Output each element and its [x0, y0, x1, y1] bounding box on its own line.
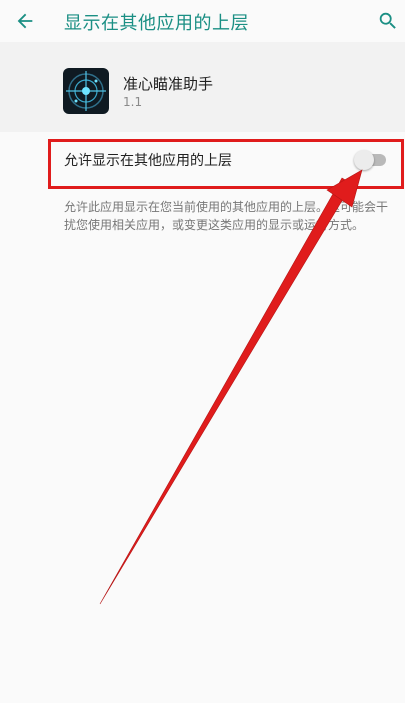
crosshair-icon: [63, 68, 109, 114]
annotation-highlight-box: [48, 139, 404, 189]
search-button[interactable]: [374, 7, 402, 35]
app-icon: [63, 68, 109, 114]
app-header: 准心瞄准助手 1.1: [0, 42, 405, 132]
page-title: 显示在其他应用的上层: [64, 13, 249, 34]
back-button[interactable]: [10, 6, 40, 36]
app-version: 1.1: [123, 95, 143, 109]
search-icon: [379, 12, 396, 29]
permission-description: 允许此应用显示在您当前使用的其他应用的上层。这可能会干扰您使用相关应用，或变更这…: [64, 200, 389, 232]
app-bar: 显示在其他应用的上层: [0, 0, 405, 42]
app-name: 准心瞄准助手: [123, 75, 214, 93]
arrow-back-icon: [17, 13, 33, 29]
